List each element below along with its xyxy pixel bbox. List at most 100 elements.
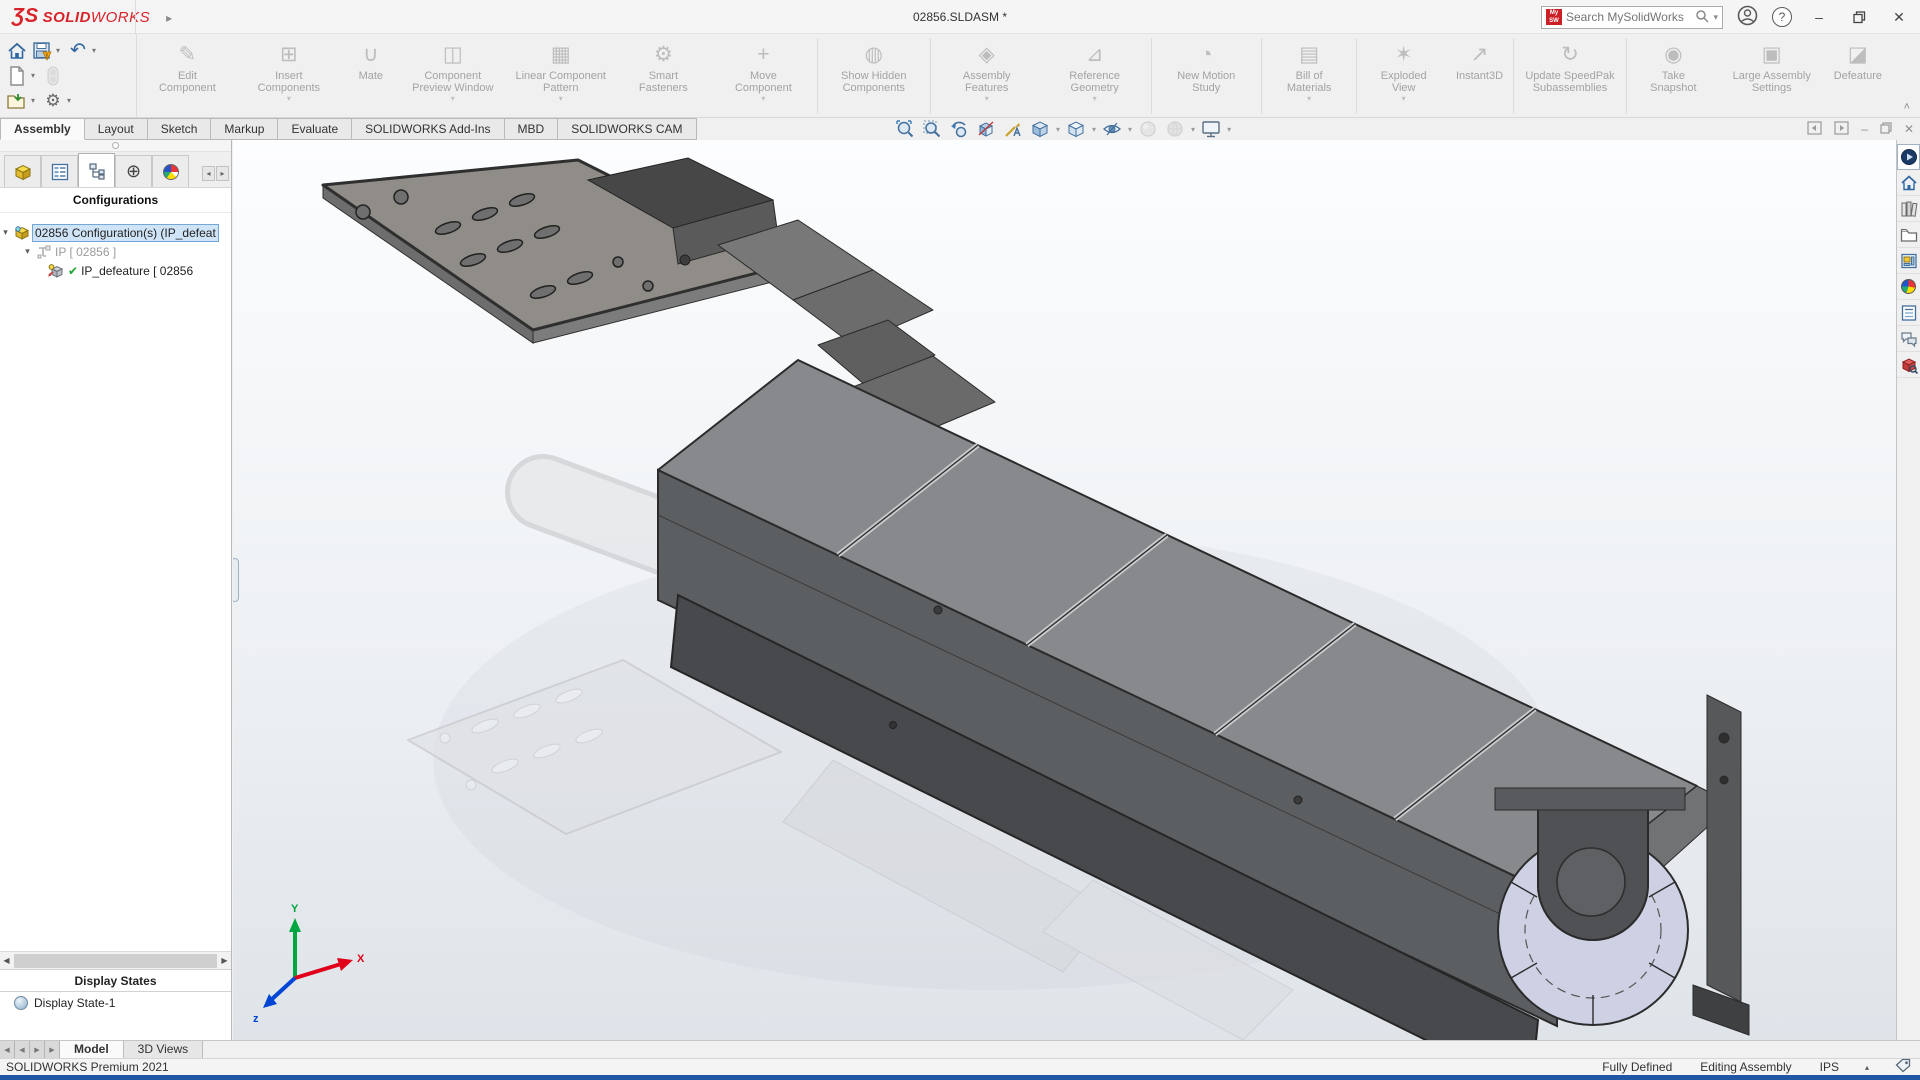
- unit-system-dropdown-icon[interactable]: ▴: [1865, 1063, 1869, 1072]
- dropdown-icon[interactable]: ▾: [761, 94, 765, 103]
- graphics-viewport[interactable]: Y X z: [233, 140, 1896, 1040]
- tab-3dexperience-resources[interactable]: [1897, 144, 1920, 170]
- tags-icon[interactable]: [1895, 1058, 1920, 1076]
- tab-sketch[interactable]: Sketch: [147, 118, 212, 140]
- dropdown-icon[interactable]: ▾: [1093, 94, 1097, 103]
- solidworks-logo[interactable]: ƷS SOLID WORKS ▸: [0, 5, 173, 28]
- tab-solidworks-forum[interactable]: [1897, 326, 1920, 352]
- dropdown-icon[interactable]: ▾: [1056, 125, 1060, 134]
- tab-layout[interactable]: Layout: [84, 118, 148, 140]
- tab-mbd[interactable]: MBD: [504, 118, 559, 140]
- expander-icon[interactable]: ▾: [22, 246, 33, 257]
- help-icon[interactable]: ?: [1772, 7, 1792, 27]
- dropdown-icon[interactable]: ▾: [985, 94, 989, 103]
- save-icon[interactable]: !: [31, 40, 53, 62]
- tab-assembly[interactable]: Assembly: [0, 118, 85, 140]
- search-input[interactable]: [1566, 10, 1692, 24]
- dropdown-icon[interactable]: ▾: [559, 94, 563, 103]
- instant3d-button[interactable]: ↗ Instant3D: [1448, 36, 1511, 116]
- new-motion-study-button[interactable]: ◔ New Motion Study: [1154, 36, 1259, 116]
- dropdown-icon[interactable]: ▾: [1227, 125, 1231, 134]
- tab-property-manager[interactable]: [41, 155, 78, 187]
- last-tab-button[interactable]: ▶: [45, 1041, 60, 1058]
- component-preview-window-button[interactable]: ◫ Component Preview Window ▾: [399, 36, 507, 116]
- zoom-to-area-icon[interactable]: [921, 119, 943, 139]
- bill-of-materials-button[interactable]: ▤ Bill of Materials ▾: [1264, 36, 1355, 116]
- open-dropdown-icon[interactable]: ▾: [31, 96, 39, 105]
- tree-row-ip-defeature[interactable]: ✔ IP_defeature [ 02856: [0, 261, 231, 280]
- panel-horizontal-scrollbar[interactable]: ◀ ▶: [0, 951, 231, 969]
- tab-custom-properties[interactable]: [1897, 300, 1920, 326]
- linear-component-pattern-button[interactable]: ▦ Linear Component Pattern ▾: [507, 36, 615, 116]
- doc-restore-icon[interactable]: [1880, 121, 1892, 137]
- section-view-icon[interactable]: [975, 119, 997, 139]
- display-state-item[interactable]: Display State-1: [34, 996, 115, 1010]
- rebuild-icon[interactable]: [42, 65, 64, 87]
- tab-appearances[interactable]: [152, 155, 189, 187]
- panel-collapse-grip[interactable]: [233, 558, 239, 602]
- undo-icon[interactable]: ↶: [67, 40, 89, 62]
- tree-row-ip[interactable]: ▾ IP [ 02856 ]: [0, 242, 231, 261]
- previous-tab-button[interactable]: ◀: [15, 1041, 30, 1058]
- tab-evaluate[interactable]: Evaluate: [278, 118, 353, 140]
- panel-tabs-scroll-left[interactable]: ◂: [202, 166, 215, 181]
- insert-components-button[interactable]: ⊞ Insert Components ▾: [235, 36, 343, 116]
- tab-3d-views[interactable]: 3D Views: [123, 1041, 204, 1058]
- user-account-icon[interactable]: [1737, 5, 1758, 29]
- doc-minimize-icon[interactable]: –: [1861, 122, 1868, 136]
- tab-appearances-scenes[interactable]: [1897, 274, 1920, 300]
- panel-tabs-scroll-right[interactable]: ▸: [216, 166, 229, 181]
- unit-system[interactable]: IPS: [1820, 1060, 1839, 1074]
- exploded-view-button[interactable]: ✶ Exploded View ▾: [1359, 36, 1448, 116]
- update-speedpak-button[interactable]: ↻ Update SpeedPak Subassemblies: [1516, 36, 1624, 116]
- tab-solidworks-add-ins[interactable]: SOLIDWORKS Add-Ins: [352, 118, 505, 140]
- tab-file-explorer[interactable]: [1897, 222, 1920, 248]
- move-component-button[interactable]: + Move Component ▾: [712, 36, 815, 116]
- assembly-features-button[interactable]: ◈ Assembly Features ▾: [933, 36, 1041, 116]
- search-scope-dropdown-icon[interactable]: ▾: [1713, 12, 1718, 23]
- previous-view-icon[interactable]: [948, 119, 970, 139]
- dropdown-icon[interactable]: ▾: [451, 94, 455, 103]
- first-tab-button[interactable]: ◀: [0, 1041, 15, 1058]
- view-orientation-icon[interactable]: [1029, 119, 1051, 139]
- tab-solidworks-resources[interactable]: [1897, 170, 1920, 196]
- doc-close-icon[interactable]: ✕: [1904, 122, 1914, 136]
- hide-show-annotations-icon[interactable]: [1002, 119, 1024, 139]
- tab-solidworks-cam[interactable]: SOLIDWORKS CAM: [558, 118, 697, 140]
- tab-design-library[interactable]: [1897, 196, 1920, 222]
- home-icon[interactable]: [6, 40, 28, 62]
- tab-model[interactable]: Model: [60, 1041, 124, 1058]
- mate-button[interactable]: ∪ Mate: [343, 36, 399, 116]
- edit-appearance-icon[interactable]: [1137, 119, 1159, 139]
- tab-solidworks-inspection[interactable]: [1897, 352, 1920, 378]
- options-dropdown-icon[interactable]: ▾: [67, 96, 75, 105]
- mysolidworks-search[interactable]: MySW ▾: [1541, 5, 1723, 29]
- dropdown-icon[interactable]: ▾: [1128, 125, 1132, 134]
- smart-fasteners-button[interactable]: ⚙ Smart Fasteners: [615, 36, 712, 116]
- tab-markup[interactable]: Markup: [211, 118, 279, 140]
- options-gear-icon[interactable]: ⚙: [42, 90, 64, 112]
- panel-splitter-handle[interactable]: [0, 140, 231, 152]
- assembly-3d-model[interactable]: Y X z: [233, 140, 1896, 1040]
- open-file-icon[interactable]: [6, 90, 28, 112]
- next-tab-button[interactable]: ▶: [30, 1041, 45, 1058]
- close-button[interactable]: ✕: [1886, 5, 1912, 29]
- zoom-to-fit-icon[interactable]: [894, 119, 916, 139]
- menu-expand-icon[interactable]: ▸: [166, 11, 173, 25]
- edit-component-button[interactable]: ✎ Edit Component: [140, 36, 235, 116]
- save-dropdown-icon[interactable]: ▾: [56, 46, 64, 55]
- dropdown-icon[interactable]: ▾: [1402, 94, 1406, 103]
- tree-row-configuration[interactable]: ▾ 02856 Configuration(s) (IP_defeat: [0, 223, 231, 242]
- scroll-left-icon[interactable]: ◀: [0, 953, 13, 969]
- minimize-button[interactable]: –: [1806, 5, 1832, 29]
- search-icon[interactable]: [1695, 9, 1709, 26]
- dropdown-icon[interactable]: ▾: [1092, 125, 1096, 134]
- collapse-pane-right-icon[interactable]: [1834, 120, 1849, 138]
- dropdown-icon[interactable]: ▾: [1307, 94, 1311, 103]
- scrollbar-thumb[interactable]: [14, 953, 217, 968]
- show-hidden-components-button[interactable]: ◍ Show Hidden Components: [820, 36, 928, 116]
- display-style-icon[interactable]: [1065, 119, 1087, 139]
- tab-featuremanager-tree[interactable]: [4, 155, 41, 187]
- restore-button[interactable]: [1846, 5, 1872, 29]
- take-snapshot-button[interactable]: ◉ Take Snapshot: [1629, 36, 1718, 116]
